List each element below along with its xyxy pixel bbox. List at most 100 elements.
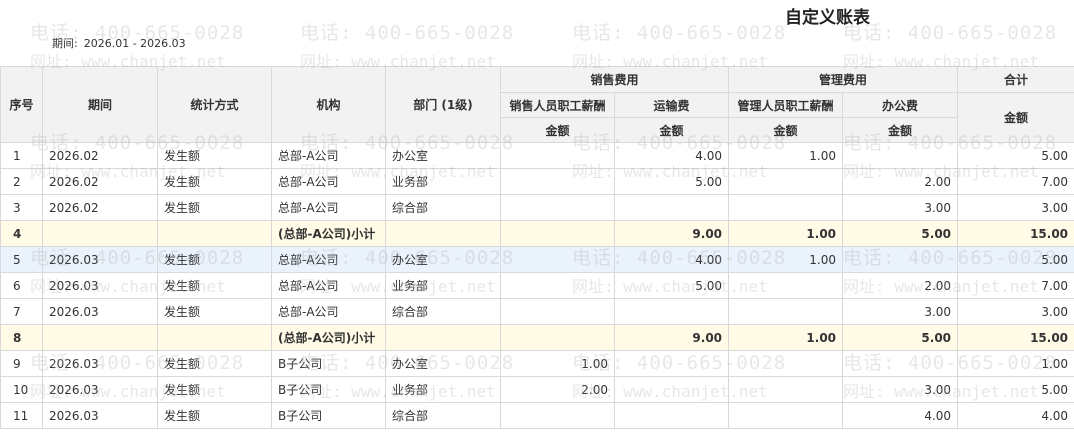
cell-org[interactable]: 总部-A公司 [271, 168, 386, 195]
cell-sales-salary[interactable] [500, 272, 615, 299]
cell-total[interactable]: 3.00 [957, 194, 1074, 221]
cell-dept[interactable]: 综合部 [385, 298, 501, 325]
cell-sales-salary[interactable] [500, 194, 615, 221]
cell-seq[interactable]: 3 [0, 194, 43, 221]
cell-sales-salary[interactable] [500, 402, 615, 429]
cell-dept[interactable]: 办公室 [385, 350, 501, 377]
cell-method[interactable]: 发生额 [157, 246, 272, 273]
cell-method[interactable]: 发生额 [157, 402, 272, 429]
cell-admin-salary[interactable] [728, 272, 844, 299]
cell-dept[interactable]: 业务部 [385, 376, 501, 403]
cell-method[interactable]: 发生额 [157, 168, 272, 195]
cell-freight[interactable]: 4.00 [613, 246, 730, 273]
cell-org[interactable]: 总部-A公司 [271, 298, 386, 325]
cell-total[interactable]: 5.00 [957, 246, 1074, 273]
header-method[interactable]: 统计方式 [157, 66, 272, 143]
header-org[interactable]: 机构 [271, 66, 386, 143]
cell-freight[interactable]: 9.00 [613, 324, 730, 351]
cell-period[interactable]: 2026.03 [42, 272, 158, 299]
cell-sales-salary[interactable] [500, 168, 615, 195]
table-row[interactable]: 11 2026.03 发生额 B子公司 综合部 4.00 4.00 [0, 402, 1074, 429]
cell-total[interactable]: 1.00 [957, 350, 1074, 377]
cell-admin-salary[interactable] [728, 350, 844, 377]
cell-period[interactable] [42, 220, 158, 247]
cell-total[interactable]: 15.00 [957, 220, 1074, 247]
cell-office[interactable]: 5.00 [842, 220, 959, 247]
cell-seq[interactable]: 1 [0, 142, 43, 169]
cell-total[interactable]: 5.00 [957, 142, 1074, 169]
table-row[interactable]: 3 2026.02 发生额 总部-A公司 综合部 3.00 3.00 [0, 194, 1074, 221]
subtotal-row[interactable]: 8 (总部-A公司)小计 9.00 1.00 5.00 15.00 [0, 324, 1074, 351]
cell-total[interactable]: 4.00 [957, 402, 1074, 429]
table-row[interactable]: 2 2026.02 发生额 总部-A公司 业务部 5.00 2.00 7.00 [0, 168, 1074, 195]
cell-method[interactable]: 发生额 [157, 376, 272, 403]
cell-seq[interactable]: 8 [0, 324, 43, 351]
table-row[interactable]: 7 2026.03 发生额 总部-A公司 综合部 3.00 3.00 [0, 298, 1074, 325]
cell-dept[interactable] [385, 324, 501, 351]
cell-org[interactable]: 总部-A公司 [271, 272, 386, 299]
cell-office[interactable]: 2.00 [842, 272, 959, 299]
cell-freight[interactable] [613, 298, 730, 325]
cell-freight[interactable]: 4.00 [613, 142, 730, 169]
cell-period[interactable]: 2026.02 [42, 168, 158, 195]
cell-seq[interactable]: 5 [0, 246, 43, 273]
cell-sales-salary[interactable] [500, 142, 615, 169]
cell-method[interactable]: 发生额 [157, 298, 272, 325]
cell-org[interactable]: 总部-A公司 [271, 194, 386, 221]
cell-total[interactable]: 5.00 [957, 376, 1074, 403]
header-office[interactable]: 办公费 [842, 92, 959, 118]
cell-office[interactable]: 3.00 [842, 194, 959, 221]
table-row[interactable]: 5 2026.03 发生额 总部-A公司 办公室 4.00 1.00 5.00 [0, 246, 1074, 273]
cell-admin-salary[interactable] [728, 376, 844, 403]
cell-freight[interactable]: 5.00 [613, 272, 730, 299]
cell-freight[interactable] [613, 376, 730, 403]
table-row[interactable]: 9 2026.03 发生额 B子公司 办公室 1.00 1.00 [0, 350, 1074, 377]
subtotal-row[interactable]: 4 (总部-A公司)小计 9.00 1.00 5.00 15.00 [0, 220, 1074, 247]
cell-method[interactable]: 发生额 [157, 142, 272, 169]
cell-method[interactable]: 发生额 [157, 350, 272, 377]
cell-office[interactable]: 5.00 [842, 324, 959, 351]
cell-admin-salary[interactable]: 1.00 [728, 246, 844, 273]
cell-seq[interactable]: 9 [0, 350, 43, 377]
cell-org[interactable]: B子公司 [271, 350, 386, 377]
cell-sales-salary[interactable]: 1.00 [500, 350, 615, 377]
cell-office[interactable]: 3.00 [842, 298, 959, 325]
cell-sales-salary[interactable]: 2.00 [500, 376, 615, 403]
header-sales-salary[interactable]: 销售人员职工薪酬 [500, 92, 615, 118]
cell-office[interactable]: 3.00 [842, 376, 959, 403]
cell-method[interactable] [157, 220, 272, 247]
cell-org[interactable]: 总部-A公司 [271, 142, 386, 169]
cell-admin-salary[interactable] [728, 402, 844, 429]
cell-org[interactable]: (总部-A公司)小计 [271, 220, 386, 247]
cell-period[interactable]: 2026.02 [42, 194, 158, 221]
cell-dept[interactable]: 综合部 [385, 402, 501, 429]
header-admin-salary[interactable]: 管理人员职工薪酬 [728, 92, 844, 118]
cell-period[interactable]: 2026.02 [42, 142, 158, 169]
cell-org[interactable]: (总部-A公司)小计 [271, 324, 386, 351]
header-dept[interactable]: 部门 (1级) [385, 66, 501, 143]
cell-seq[interactable]: 6 [0, 272, 43, 299]
cell-org[interactable]: B子公司 [271, 376, 386, 403]
cell-admin-salary[interactable] [728, 194, 844, 221]
header-period[interactable]: 期间 [42, 66, 158, 143]
cell-office[interactable] [842, 142, 959, 169]
cell-dept[interactable]: 综合部 [385, 194, 501, 221]
cell-total[interactable]: 15.00 [957, 324, 1074, 351]
cell-seq[interactable]: 7 [0, 298, 43, 325]
cell-period[interactable]: 2026.03 [42, 246, 158, 273]
cell-dept[interactable]: 办公室 [385, 246, 501, 273]
cell-office[interactable] [842, 350, 959, 377]
cell-total[interactable]: 7.00 [957, 168, 1074, 195]
cell-period[interactable]: 2026.03 [42, 402, 158, 429]
cell-admin-salary[interactable] [728, 168, 844, 195]
cell-dept[interactable]: 办公室 [385, 142, 501, 169]
cell-dept[interactable] [385, 220, 501, 247]
cell-period[interactable]: 2026.03 [42, 376, 158, 403]
cell-freight[interactable] [613, 350, 730, 377]
cell-freight[interactable] [613, 402, 730, 429]
header-freight[interactable]: 运输费 [613, 92, 730, 118]
cell-office[interactable]: 4.00 [842, 402, 959, 429]
cell-seq[interactable]: 10 [0, 376, 43, 403]
header-total-amount[interactable]: 金额 [957, 92, 1074, 143]
table-row[interactable]: 6 2026.03 发生额 总部-A公司 业务部 5.00 2.00 7.00 [0, 272, 1074, 299]
